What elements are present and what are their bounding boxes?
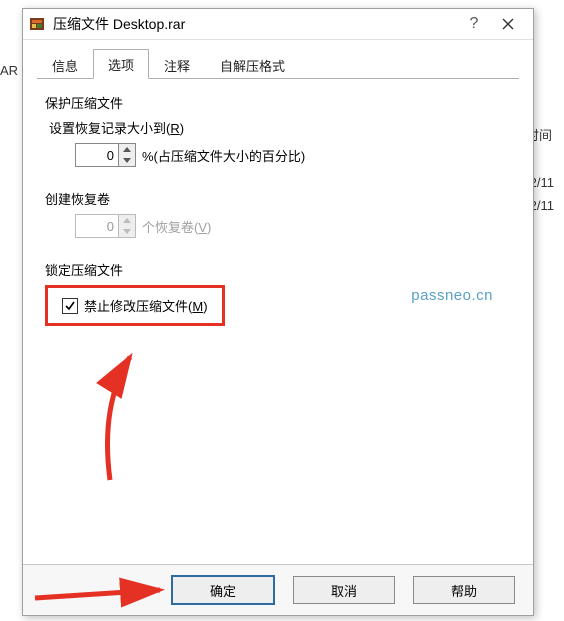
- recovery-size-input[interactable]: [76, 144, 118, 166]
- recovery-size-spinner[interactable]: [75, 143, 136, 167]
- close-icon: [502, 18, 514, 30]
- recovery-volumes-hotkey: V: [198, 220, 207, 235]
- tab-bar: 信息 选项 注释 自解压格式: [37, 50, 519, 79]
- recovery-size-hotkey: R: [170, 121, 179, 136]
- titlebar: 压缩文件 Desktop.rar ?: [23, 9, 533, 40]
- recovery-volumes-suffix: 个恢复卷(V): [142, 217, 211, 236]
- help-button-bottom[interactable]: 帮助: [413, 576, 515, 604]
- recovery-volumes-up: [119, 215, 135, 226]
- lock-archive-label-post: ): [203, 299, 207, 314]
- archive-options-dialog: 压缩文件 Desktop.rar ? 信息 选项 注释 自解压格式 保护压缩文件…: [22, 8, 534, 616]
- lock-archive-highlight: 禁止修改压缩文件(M): [45, 285, 225, 326]
- watermark-text: passneo.cn: [411, 287, 493, 304]
- group-protect-title: 保护压缩文件: [45, 93, 511, 112]
- tab-sfx[interactable]: 自解压格式: [205, 50, 300, 79]
- help-button[interactable]: ?: [459, 15, 489, 33]
- recovery-volumes-spinner: [75, 214, 136, 238]
- lock-archive-checkbox[interactable]: [62, 298, 78, 314]
- recovery-volumes-input: [76, 215, 118, 237]
- group-volumes: 创建恢复卷 个恢复卷(V): [45, 189, 511, 238]
- recovery-size-label-post: ): [180, 121, 184, 136]
- recovery-volumes-down: [119, 226, 135, 237]
- lock-archive-label[interactable]: 禁止修改压缩文件(M): [84, 296, 208, 315]
- recovery-size-label-pre: 设置恢复记录大小到(: [49, 121, 170, 136]
- winrar-icon: [29, 16, 45, 32]
- ok-button[interactable]: 确定: [171, 575, 275, 605]
- recovery-size-label: 设置恢复记录大小到(R): [49, 118, 511, 137]
- tab-info[interactable]: 信息: [37, 50, 93, 79]
- recovery-size-suffix: %(占压缩文件大小的百分比): [142, 146, 305, 165]
- tab-comment[interactable]: 注释: [149, 50, 205, 79]
- cancel-button[interactable]: 取消: [293, 576, 395, 604]
- recovery-size-down[interactable]: [119, 155, 135, 166]
- tab-options[interactable]: 选项: [93, 49, 149, 79]
- recovery-volumes-suffix-post: ): [207, 220, 211, 235]
- group-lock-title: 锁定压缩文件: [45, 260, 511, 279]
- lock-archive-hotkey: M: [192, 299, 203, 314]
- group-protect: 保护压缩文件 设置恢复记录大小到(R) %(占压缩文件大小的百分比): [45, 93, 511, 167]
- close-button[interactable]: [489, 12, 527, 36]
- lock-archive-label-pre: 禁止修改压缩文件(: [84, 299, 192, 314]
- recovery-size-up[interactable]: [119, 144, 135, 155]
- check-icon: [65, 301, 75, 311]
- group-volumes-title: 创建恢复卷: [45, 189, 511, 208]
- dialog-title: 压缩文件 Desktop.rar: [53, 14, 459, 34]
- recovery-volumes-suffix-pre: 个恢复卷(: [142, 220, 198, 235]
- button-bar: 确定 取消 帮助: [23, 564, 533, 615]
